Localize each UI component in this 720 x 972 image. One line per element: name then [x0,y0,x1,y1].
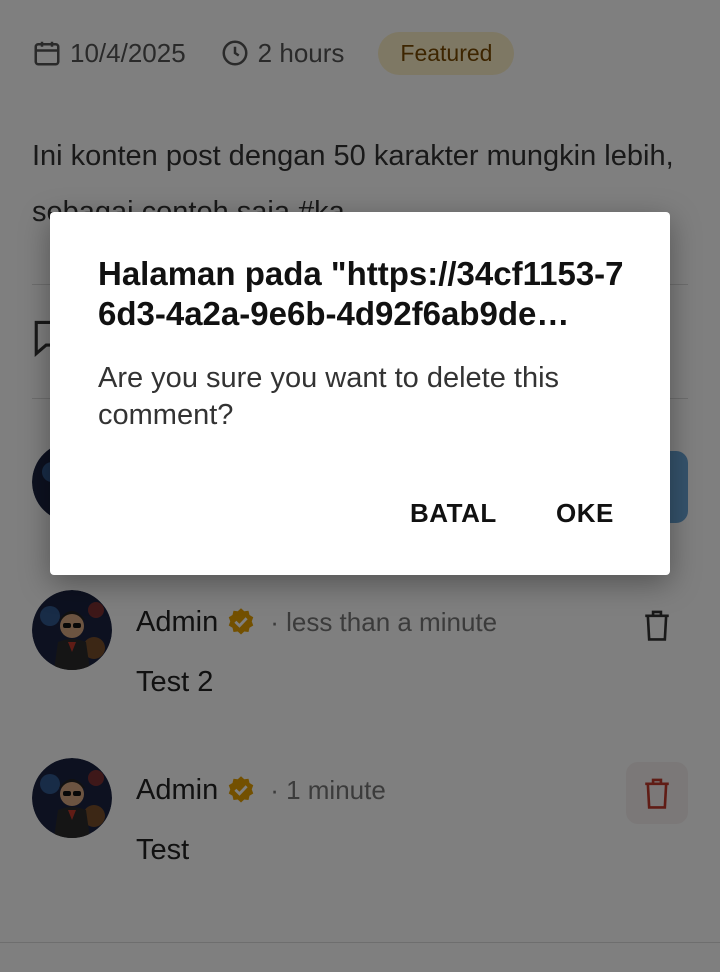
ok-button[interactable]: OKE [550,490,620,537]
confirm-delete-dialog: Halaman pada "https://34cf1153-76d3-4a2a… [50,212,670,575]
cancel-button[interactable]: BATAL [404,490,503,537]
dialog-title: Halaman pada "https://34cf1153-76d3-4a2a… [98,255,624,332]
dialog-message: Are you sure you want to delete this com… [98,362,560,431]
